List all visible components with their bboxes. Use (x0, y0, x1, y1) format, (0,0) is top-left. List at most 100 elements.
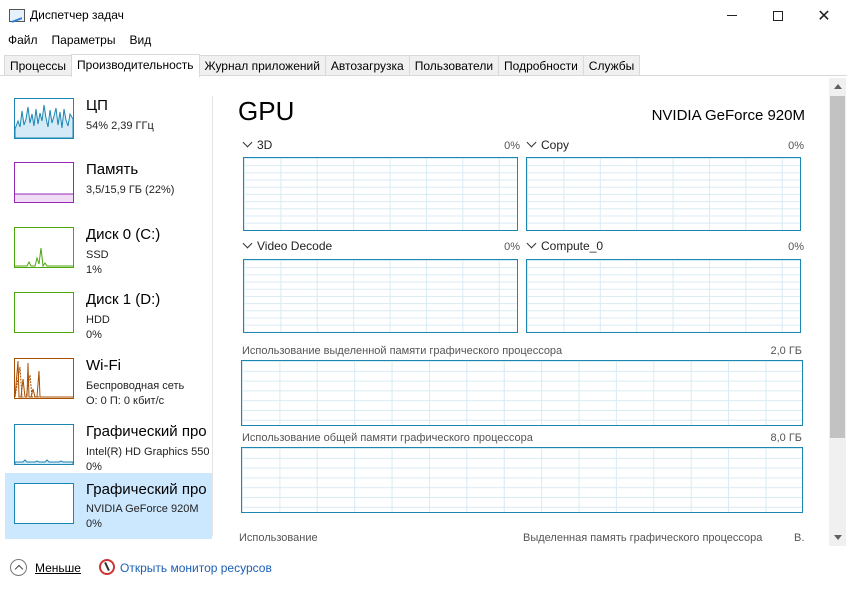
sidebar-item-cpu[interactable]: ЦП 54% 2,39 ГГц (5, 92, 212, 156)
engine-compute-selector[interactable]: Compute_0 (526, 238, 604, 253)
cpu-thumbnail-graph (14, 98, 74, 139)
tab-services[interactable]: Службы (582, 55, 641, 76)
sidebar-item-gpu1-model: NVIDIA GeForce 920M (86, 503, 199, 515)
fewer-details-button[interactable]: Меньше (35, 561, 81, 575)
vertical-scrollbar[interactable] (829, 78, 846, 546)
tab-performance[interactable]: Производительность (71, 54, 200, 77)
resource-monitor-icon (99, 559, 115, 575)
engine-video-decode-block: Video Decode 0% (242, 238, 520, 333)
sidebar-item-disk0[interactable]: Диск 0 (C:) SSD 1% (5, 221, 212, 285)
sidebar-item-disk0-label: Диск 0 (C:) (86, 226, 161, 243)
tab-app-history[interactable]: Журнал приложений (198, 55, 326, 76)
collapse-chevron-icon[interactable] (10, 559, 27, 576)
scroll-thumb[interactable] (830, 96, 845, 438)
engine-3d-selector[interactable]: 3D (242, 137, 273, 152)
sidebar-item-gpu0-usage: 0% (86, 461, 102, 473)
gpu0-sparkline (15, 459, 73, 464)
engine-3d-block: 3D 0% (242, 137, 520, 232)
gpu-details-panel: GPU NVIDIA GeForce 920M 3D 0% Copy 0% Vi… (222, 76, 828, 546)
chevron-down-icon (526, 238, 537, 249)
sidebar-item-gpu1-label: Графический про (86, 481, 207, 498)
sidebar-item-wifi-type: Беспроводная сеть (86, 380, 185, 392)
tab-startup[interactable]: Автозагрузка (324, 55, 410, 76)
sidebar-item-disk1-label: Диск 1 (D:) (86, 291, 161, 308)
task-manager-icon (9, 9, 25, 22)
disk1-thumbnail-graph (14, 292, 74, 333)
sidebar-item-disk0-type: SSD (86, 249, 109, 261)
tab-processes[interactable]: Процессы (4, 55, 73, 76)
truncated-stat-label: В. (794, 532, 805, 544)
tab-strip: Процессы Производительность Журнал прило… (4, 54, 641, 77)
scroll-up-button[interactable] (829, 78, 846, 95)
wifi-sparkline (15, 360, 73, 398)
gpu1-thumbnail-graph (14, 483, 74, 524)
close-button[interactable]: ✕ (801, 0, 847, 31)
sidebar-item-gpu1[interactable]: Графический про NVIDIA GeForce 920M 0% (5, 473, 212, 539)
sidebar-item-memory-label: Память (86, 161, 139, 178)
gpu-device-name: NVIDIA GeForce 920M (651, 107, 805, 124)
engine-video-decode-selector[interactable]: Video Decode (242, 238, 332, 253)
gpu0-thumbnail-graph (14, 424, 74, 465)
engine-compute-graph (526, 259, 801, 333)
engine-copy-label: Copy (541, 138, 570, 152)
page-title: GPU (238, 96, 295, 126)
chevron-down-icon (526, 137, 537, 148)
tab-details[interactable]: Подробности (498, 55, 584, 76)
minimize-icon (727, 15, 737, 16)
tab-users[interactable]: Пользователи (408, 55, 500, 76)
engine-3d-percent: 0% (504, 140, 520, 152)
sidebar-item-disk0-usage: 1% (86, 264, 102, 276)
shared-memory-max: 8,0 ГБ (770, 432, 802, 444)
minimize-button[interactable] (709, 0, 755, 31)
dedicated-memory-max: 2,0 ГБ (770, 345, 802, 357)
window-title: Диспетчер задач (30, 8, 124, 22)
engine-video-decode-graph (243, 259, 518, 333)
footer-bar: Меньше Открыть монитор ресурсов (0, 553, 847, 583)
engine-compute-block: Compute_0 0% (526, 238, 804, 333)
scroll-down-button[interactable] (829, 529, 846, 546)
menu-view[interactable]: Вид (121, 31, 157, 51)
shared-memory-label: Использование общей памяти графического … (242, 432, 533, 444)
sidebar-item-gpu1-usage: 0% (86, 518, 102, 530)
resource-sidebar: ЦП 54% 2,39 ГГц Память 3,5/15,9 ГБ (22%)… (0, 76, 212, 546)
sidebar-item-gpu0-label: Графический про (86, 423, 207, 440)
disk0-sparkline (15, 247, 73, 267)
chevron-down-icon (242, 238, 253, 249)
dedicated-memory-stat-label: Выделенная память графического процессор… (523, 532, 763, 544)
engine-copy-block: Copy 0% (526, 137, 804, 232)
sidebar-item-wifi[interactable]: Wi-Fi Беспроводная сеть О: 0 П: 0 кбит/с (5, 352, 212, 416)
shared-memory-graph (241, 447, 803, 513)
engine-copy-graph (526, 157, 801, 231)
engine-3d-graph (243, 157, 518, 231)
sidebar-item-wifi-rates: О: 0 П: 0 кбит/с (86, 395, 165, 407)
sidebar-item-gpu0-model: Intel(R) HD Graphics 550 (86, 446, 210, 458)
sidebar-item-disk1[interactable]: Диск 1 (D:) HDD 0% (5, 286, 212, 350)
engine-video-decode-percent: 0% (504, 241, 520, 253)
wifi-thumbnail-graph (14, 358, 74, 399)
sidebar-item-disk1-type: HDD (86, 314, 110, 326)
engine-3d-label: 3D (257, 138, 273, 152)
sidebar-item-cpu-stats: 54% 2,39 ГГц (86, 120, 154, 132)
sidebar-item-cpu-label: ЦП (86, 97, 108, 114)
engine-compute-percent: 0% (788, 241, 804, 253)
engine-copy-percent: 0% (788, 140, 804, 152)
sidebar-item-memory-stats: 3,5/15,9 ГБ (22%) (86, 184, 175, 196)
menu-options[interactable]: Параметры (44, 31, 122, 51)
engine-compute-label: Compute_0 (541, 239, 604, 253)
open-resource-monitor-link[interactable]: Открыть монитор ресурсов (120, 561, 272, 575)
sidebar-item-memory[interactable]: Память 3,5/15,9 ГБ (22%) (5, 156, 212, 220)
title-bar: Диспетчер задач ✕ (0, 0, 847, 31)
engine-copy-selector[interactable]: Copy (526, 137, 570, 152)
arrow-up-icon (833, 84, 842, 89)
chevron-down-icon (242, 137, 253, 148)
usage-stat-label: Использование (239, 532, 318, 544)
menu-file[interactable]: Файл (0, 31, 44, 51)
maximize-button[interactable] (755, 0, 801, 31)
menu-bar: Файл Параметры Вид (0, 31, 847, 51)
sidebar-item-disk1-usage: 0% (86, 329, 102, 341)
memory-sparkline (15, 193, 73, 202)
cpu-sparkline (15, 104, 73, 138)
sidebar-divider (212, 96, 213, 536)
memory-thumbnail-graph (14, 162, 74, 203)
dedicated-memory-graph (241, 360, 803, 426)
